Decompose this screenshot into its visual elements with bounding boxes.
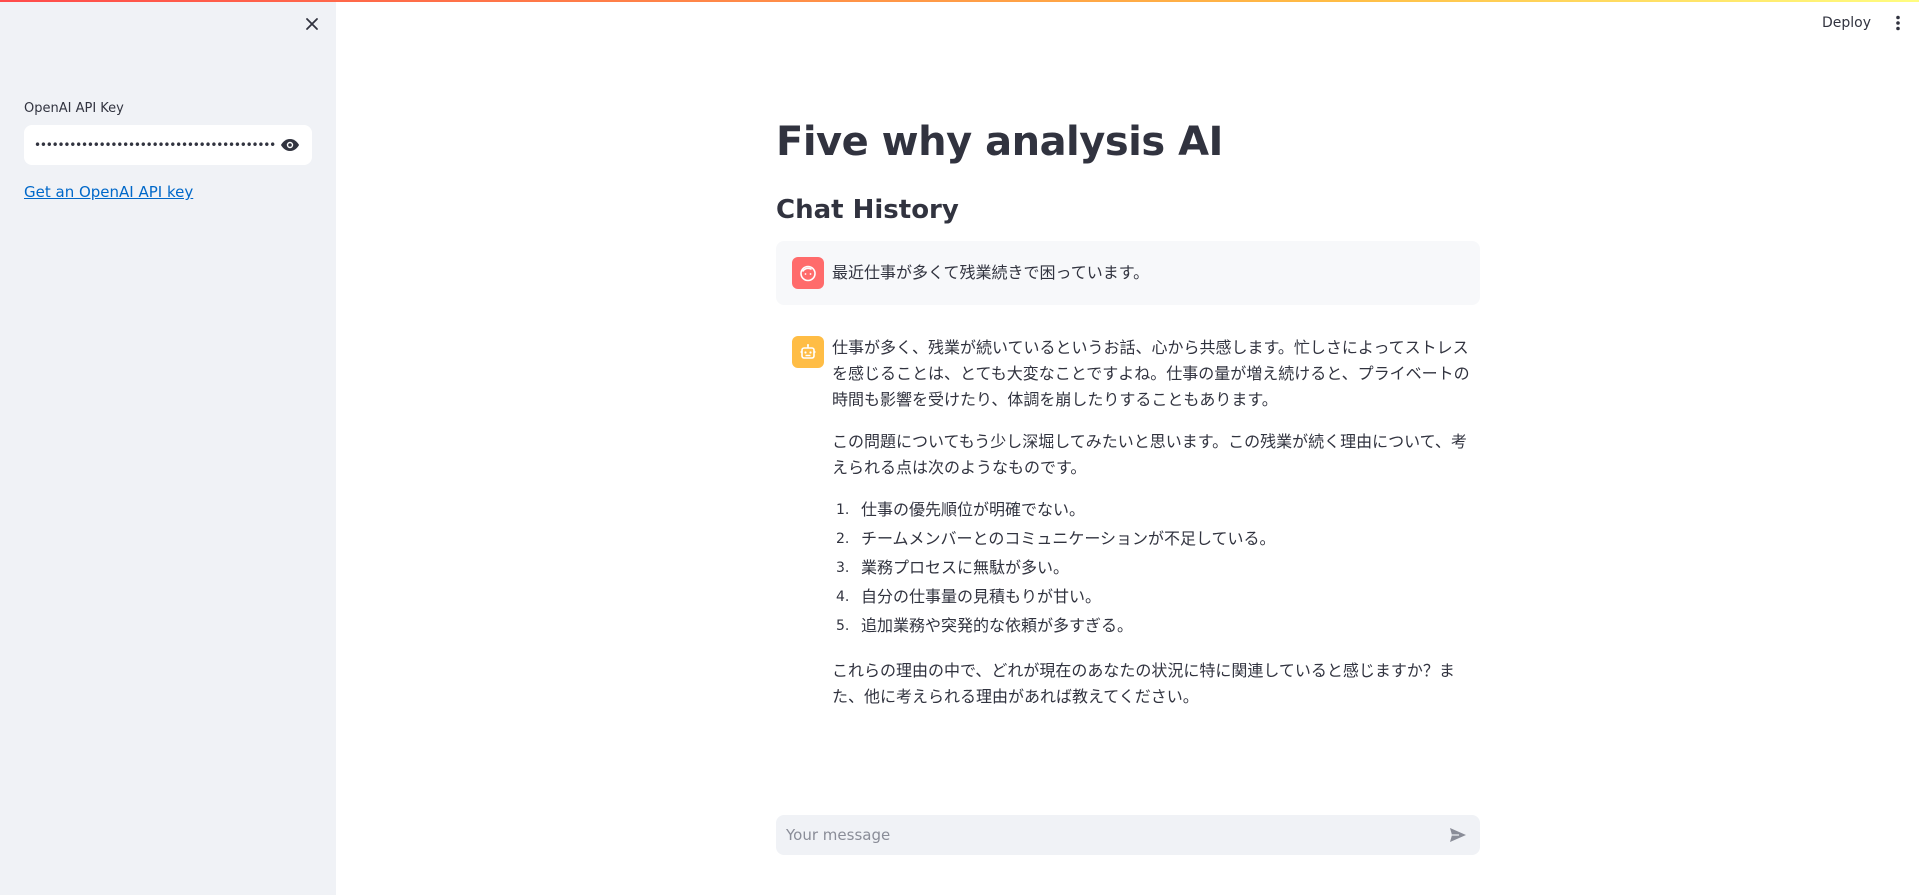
chat-history-heading: Chat History	[776, 195, 959, 225]
assistant-paragraph-3: これらの理由の中で、どれが現在のあなたの状況に特に関連していると感じますか？ま …	[832, 658, 1472, 710]
get-api-key-link[interactable]: Get an OpenAI API key	[24, 183, 193, 201]
list-item: 3. 業務プロセスに無駄が多い。	[832, 555, 1472, 584]
user-message: 最近仕事が多くて残業続きで困っています。	[776, 241, 1480, 305]
close-icon[interactable]	[300, 12, 324, 36]
list-item-text: 仕事の優先順位が明確でない。	[861, 500, 1086, 519]
list-number: 5.	[836, 618, 850, 634]
eye-icon[interactable]	[276, 131, 304, 159]
deploy-button[interactable]: Deploy	[1822, 12, 1871, 34]
list-item-text: 自分の仕事量の見積もりが甘い。	[861, 587, 1102, 606]
vertical-dots-icon[interactable]	[1886, 10, 1910, 36]
paragraph-line: を感じることは、とても大変なことですよね。仕事の量が増え続けると、プライベートの	[832, 364, 1470, 383]
list-number: 3.	[836, 560, 850, 576]
page-title: Five why analysis AI	[776, 119, 1223, 165]
list-number: 4.	[836, 589, 850, 605]
paragraph-line: た、他に考えられる理由があれば教えてください。	[832, 687, 1199, 706]
chat-input[interactable]: Your message	[776, 815, 1480, 855]
sidebar: OpenAI API Key •••••••••••••••••••••••••…	[0, 0, 336, 895]
list-item: 2. チームメンバーとのコミュニケーションが不足している。	[832, 526, 1472, 555]
paragraph-line: 時間も影響を受けたり、体調を崩したりすることもあります。	[832, 390, 1278, 409]
list-item-text: 追加業務や突発的な依頼が多すぎる。	[861, 616, 1134, 635]
api-key-masked-value[interactable]: ••••••••••••••••••••••••••••••••••••••••…	[34, 125, 276, 165]
user-face-icon	[792, 257, 824, 289]
paragraph-line: 仕事が多く、残業が続いているというお話、心から共感します。忙しさによってストレス	[832, 338, 1469, 357]
robot-icon	[792, 336, 824, 368]
list-number: 1.	[836, 502, 850, 518]
list-item: 4. 自分の仕事量の見積もりが甘い。	[832, 584, 1472, 613]
api-key-label: OpenAI API Key	[24, 101, 124, 116]
list-item-text: 業務プロセスに無駄が多い。	[861, 558, 1070, 577]
chat-input-placeholder[interactable]: Your message	[786, 826, 1446, 844]
list-item: 1. 仕事の優先順位が明確でない。	[832, 497, 1472, 526]
paragraph-line: この問題についてもう少し深堀してみたいと思います。この残業が続く理由について、考	[832, 432, 1467, 451]
assistant-paragraph-2: この問題についてもう少し深堀してみたいと思います。この残業が続く理由について、考…	[832, 429, 1472, 481]
list-number: 2.	[836, 531, 850, 547]
paragraph-line: これらの理由の中で、どれが現在のあなたの状況に特に関連していると感じますか？ま	[832, 661, 1455, 680]
list-item-text: チームメンバーとのコミュニケーションが不足している。	[861, 529, 1276, 548]
assistant-paragraph-1: 仕事が多く、残業が続いているというお話、心から共感します。忙しさによってストレス…	[832, 335, 1472, 413]
list-item: 5. 追加業務や突発的な依頼が多すぎる。	[832, 613, 1472, 642]
send-icon[interactable]	[1446, 823, 1470, 847]
top-decoration-bar	[0, 0, 1919, 2]
assistant-message-body: 仕事が多く、残業が続いているというお話、心から共感します。忙しさによってストレス…	[832, 335, 1472, 726]
user-message-text: 最近仕事が多くて残業続きで困っています。	[832, 263, 1150, 282]
reasons-list: 1. 仕事の優先順位が明確でない。 2. チームメンバーとのコミュニケーションが…	[832, 497, 1472, 642]
api-key-field[interactable]: ••••••••••••••••••••••••••••••••••••••••…	[24, 125, 312, 165]
paragraph-line: えられる点は次のようなものです。	[832, 458, 1087, 477]
